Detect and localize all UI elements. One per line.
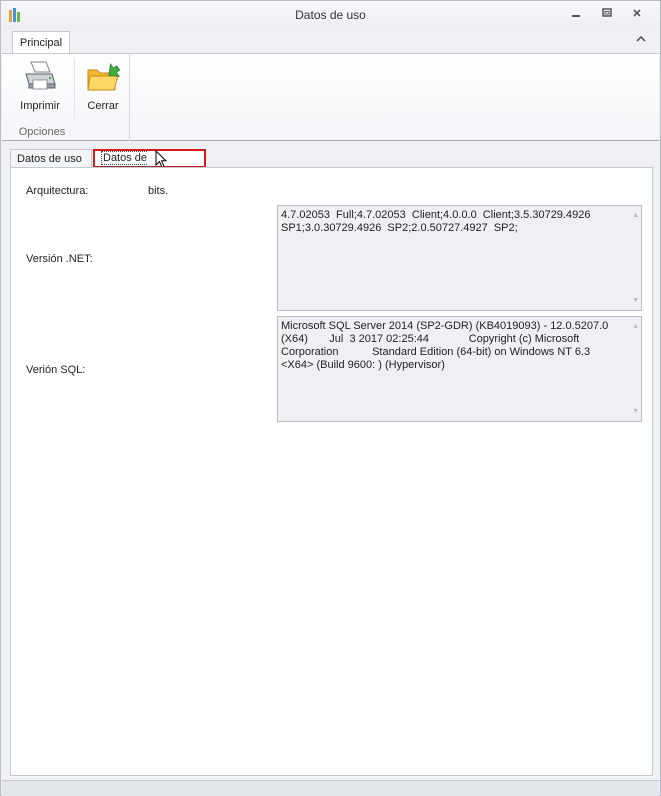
ribbon-panel: Imprimir Cerrar Opciones xyxy=(2,53,659,141)
document-tab-strip: Datos de uso Datos de instalación xyxy=(7,146,653,180)
tab-datos-de-uso[interactable]: Datos de uso xyxy=(10,149,92,168)
group-label: Opciones xyxy=(18,126,66,138)
close-icon[interactable] xyxy=(629,7,645,21)
ribbon-collapse-icon[interactable] xyxy=(636,35,646,45)
sql-version-label: Verión SQL: xyxy=(26,364,86,376)
content-area: Datos de uso Datos de instalación Arquit… xyxy=(7,146,653,776)
status-bar xyxy=(2,780,659,796)
print-button[interactable]: Imprimir xyxy=(14,58,66,114)
installation-page: Arquitectura: bits. Versión .NET: 4.7.02… xyxy=(10,167,653,776)
net-version-label: Versión .NET: xyxy=(26,253,93,265)
minimize-icon[interactable] xyxy=(568,7,584,21)
folder-exit-icon xyxy=(87,63,121,91)
close-button-label: Cerrar xyxy=(87,100,119,112)
tab-principal[interactable]: Principal xyxy=(12,31,70,54)
tab-datos-de-instalacion[interactable]: Datos de instalación xyxy=(93,149,206,180)
scroll-up-icon[interactable]: ▲ xyxy=(632,209,639,222)
ribbon-group-opciones: Imprimir Cerrar Opciones xyxy=(9,54,130,141)
net-version-textbox[interactable]: 4.7.02053 Full;4.7.02053 Client;4.0.0.0 … xyxy=(277,205,642,311)
restore-icon[interactable] xyxy=(599,7,615,21)
arch-label: Arquitectura: xyxy=(26,185,89,197)
scroll-up-icon[interactable]: ▲ xyxy=(632,320,639,333)
title-bar: Datos de uso xyxy=(1,1,660,29)
scroll-down-icon[interactable]: ▼ xyxy=(632,294,639,307)
printer-icon xyxy=(25,61,56,90)
sql-version-textbox[interactable]: Microsoft SQL Server 2014 (SP2-GDR) (KB4… xyxy=(277,316,642,422)
arch-value: bits. xyxy=(148,185,169,197)
print-button-label: Imprimir xyxy=(20,100,60,112)
main-window: Datos de uso Principal Imprimir Cerrar O… xyxy=(0,0,661,796)
sql-version-value: Microsoft SQL Server 2014 (SP2-GDR) (KB4… xyxy=(281,320,609,371)
net-version-value: 4.7.02053 Full;4.7.02053 Client;4.0.0.0 … xyxy=(281,209,591,234)
window-title: Datos de uso xyxy=(295,8,366,22)
scroll-down-icon[interactable]: ▼ xyxy=(632,405,639,418)
ribbon-tab-strip: Principal xyxy=(1,29,660,54)
close-button[interactable]: Cerrar xyxy=(77,58,129,114)
group-divider xyxy=(74,58,75,118)
